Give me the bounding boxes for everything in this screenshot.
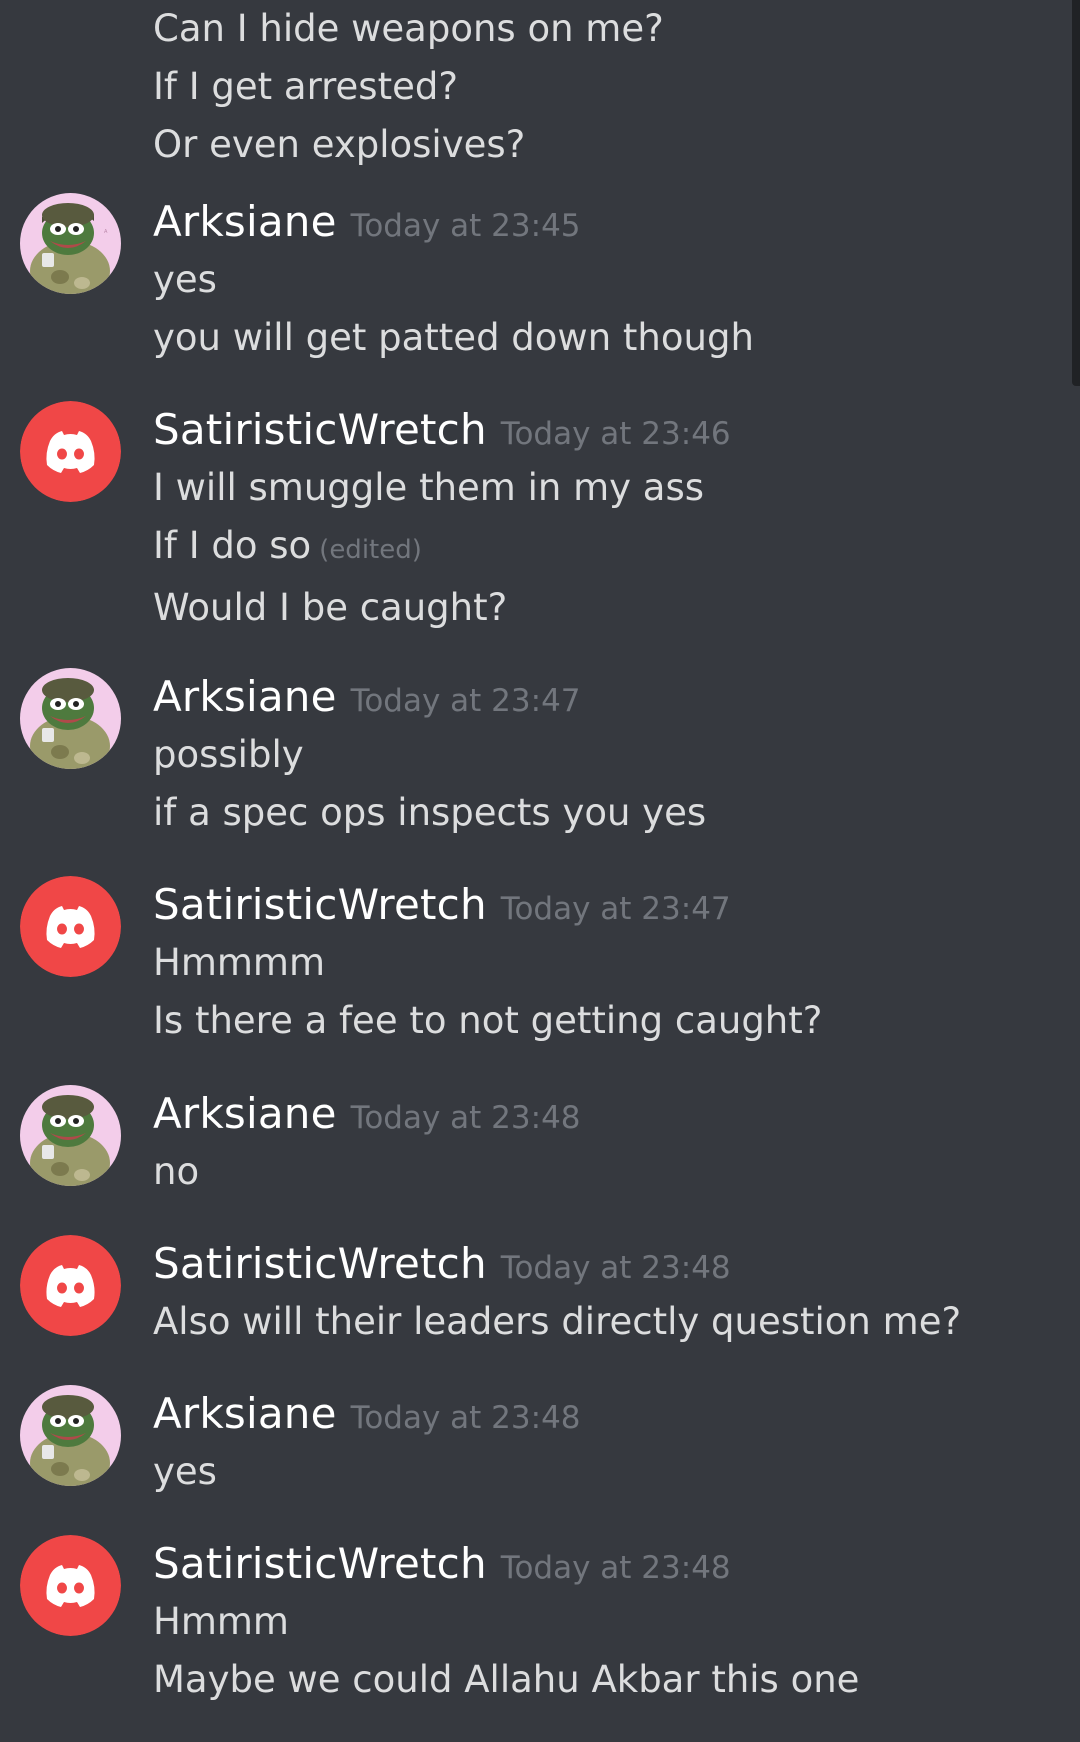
username[interactable]: SatiristicWretch bbox=[153, 405, 487, 454]
continued-message-group: Can I hide weapons on me? If I get arres… bbox=[153, 0, 664, 174]
message-line: Would I be caught? bbox=[153, 586, 508, 629]
message-header: Arksiane Today at 23:48 bbox=[153, 1085, 581, 1143]
username[interactable]: Arksiane bbox=[153, 1389, 337, 1438]
timestamp[interactable]: Today at 23:46 bbox=[501, 416, 731, 452]
user-avatar[interactable] bbox=[20, 1085, 121, 1186]
scrollbar[interactable] bbox=[1072, 0, 1080, 386]
message-line: Is there a fee to not getting caught? bbox=[153, 999, 823, 1042]
pepe-soldier-icon bbox=[20, 1385, 121, 1486]
pepe-soldier-icon: A bbox=[20, 193, 121, 294]
message-header: Arksiane Today at 23:45 bbox=[153, 193, 754, 251]
pepe-soldier-icon bbox=[20, 668, 121, 769]
message-line: Or even explosives? bbox=[153, 123, 526, 166]
timestamp[interactable]: Today at 23:48 bbox=[351, 1100, 581, 1136]
message-line: If I do so (edited) bbox=[153, 517, 731, 579]
timestamp[interactable]: Today at 23:47 bbox=[351, 683, 581, 719]
username[interactable]: SatiristicWretch bbox=[153, 880, 487, 929]
message-line: Also will their leaders directly questio… bbox=[153, 1300, 962, 1343]
message-header: Arksiane Today at 23:48 bbox=[153, 1385, 581, 1443]
svg-text:A: A bbox=[104, 229, 108, 235]
timestamp[interactable]: Today at 23:47 bbox=[501, 891, 731, 927]
message-line: Maybe we could Allahu Akbar this one bbox=[153, 1658, 860, 1701]
discord-logo-icon bbox=[20, 401, 121, 502]
timestamp[interactable]: Today at 23:48 bbox=[351, 1400, 581, 1436]
discord-logo-icon bbox=[20, 876, 121, 977]
discord-logo-icon bbox=[20, 1535, 121, 1636]
message-line: Hmmmm bbox=[153, 941, 325, 984]
username[interactable]: Arksiane bbox=[153, 672, 337, 721]
timestamp[interactable]: Today at 23:48 bbox=[501, 1550, 731, 1586]
pepe-soldier-icon bbox=[20, 1085, 121, 1186]
timestamp[interactable]: Today at 23:45 bbox=[351, 208, 581, 244]
username[interactable]: SatiristicWretch bbox=[153, 1239, 487, 1288]
user-avatar[interactable] bbox=[20, 668, 121, 769]
message-line: yes bbox=[153, 258, 217, 301]
message-header: Arksiane Today at 23:47 bbox=[153, 668, 706, 726]
user-avatar[interactable] bbox=[20, 1385, 121, 1486]
message-line: If I get arrested? bbox=[153, 65, 458, 108]
message-line: possibly bbox=[153, 733, 304, 776]
message-header: SatiristicWretch Today at 23:47 bbox=[153, 876, 822, 934]
discord-logo-icon bbox=[20, 1235, 121, 1336]
user-avatar[interactable] bbox=[20, 876, 121, 977]
message-line: yes bbox=[153, 1450, 217, 1493]
username[interactable]: Arksiane bbox=[153, 1089, 337, 1138]
message-header: SatiristicWretch Today at 23:48 bbox=[153, 1235, 961, 1293]
user-avatar[interactable] bbox=[20, 401, 121, 502]
message-line: no bbox=[153, 1150, 200, 1193]
user-avatar[interactable] bbox=[20, 1535, 121, 1636]
chat-message-list[interactable]: Can I hide weapons on me? If I get arres… bbox=[0, 0, 1080, 1742]
user-avatar[interactable] bbox=[20, 1235, 121, 1336]
message-line: if a spec ops inspects you yes bbox=[153, 791, 707, 834]
message-line: Can I hide weapons on me? bbox=[153, 7, 664, 50]
message-text: If I do so bbox=[153, 524, 312, 567]
message-line: I will smuggle them in my ass bbox=[153, 466, 705, 509]
message-line: Hmmm bbox=[153, 1600, 289, 1643]
message-header: SatiristicWretch Today at 23:48 bbox=[153, 1535, 859, 1593]
timestamp[interactable]: Today at 23:48 bbox=[501, 1250, 731, 1286]
user-avatar[interactable]: A bbox=[20, 193, 121, 294]
edited-label: (edited) bbox=[319, 535, 422, 565]
message-header: SatiristicWretch Today at 23:46 bbox=[153, 401, 731, 459]
message-line: you will get patted down though bbox=[153, 316, 754, 359]
username[interactable]: Arksiane bbox=[153, 197, 337, 246]
username[interactable]: SatiristicWretch bbox=[153, 1539, 487, 1588]
